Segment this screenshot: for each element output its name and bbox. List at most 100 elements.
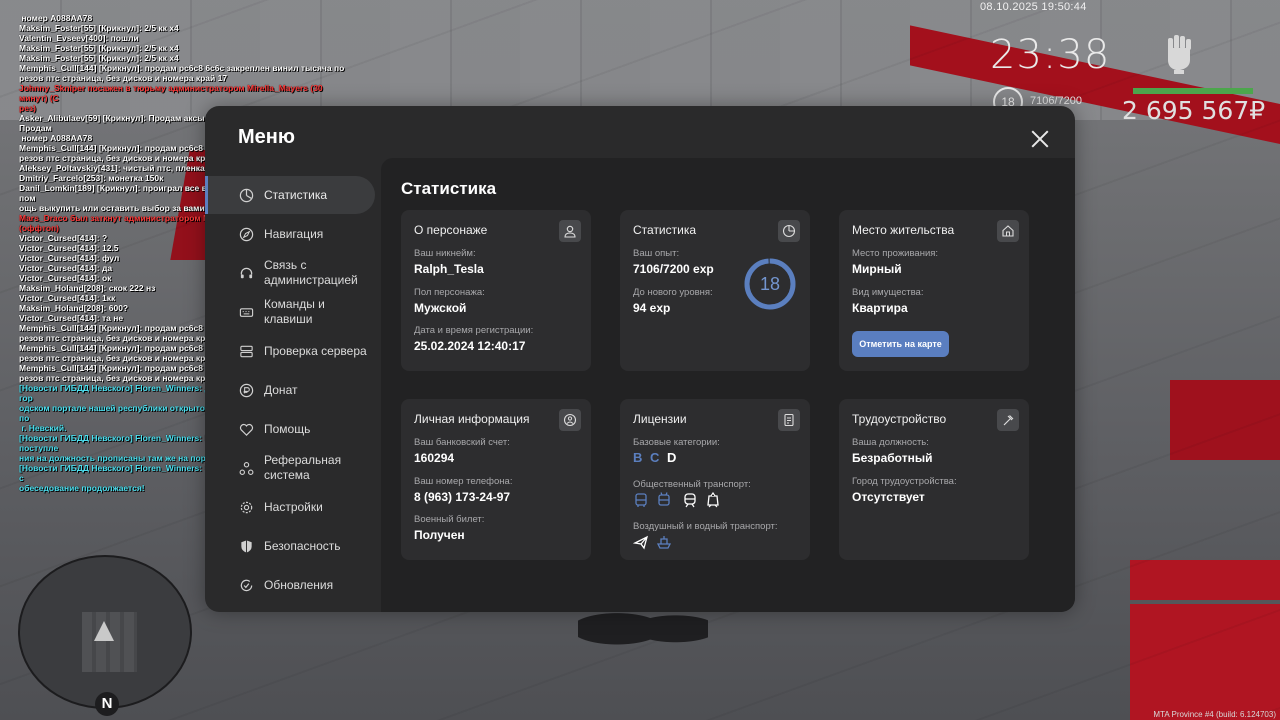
plane-icon (633, 535, 649, 550)
sidebar-item-label: Донат (264, 382, 298, 397)
nickname-label: Ваш никнейм: (414, 248, 476, 259)
character-card: О персонаже Ваш никнейм: Ralph_Tesla Пол… (401, 210, 591, 371)
sidebar-item-label: Помощь (264, 421, 311, 436)
sidebar-item-label: Статистика (264, 187, 328, 202)
sidebar-item-navigation[interactable]: Навигация (205, 215, 375, 253)
close-icon[interactable] (1029, 128, 1051, 150)
personal-info-card: Личная информация Ваш банковский счет: 1… (401, 399, 591, 560)
hud-health-bar (1133, 88, 1253, 94)
chat-line: Maksim_Foster[55] [Крикнул]: 2/5 кк х4 (19, 53, 179, 63)
hammer-icon (997, 409, 1019, 431)
licenses-card: Лицензии Базовые категории: B C D Общест… (620, 399, 810, 560)
sidebar-item-admin-contact[interactable]: Связь с администрацией (205, 254, 375, 292)
player-feet (578, 608, 708, 660)
military-id-value: Получен (414, 528, 465, 542)
menu-window: Меню Статистика Навигация Связь с админи… (205, 106, 1075, 612)
sidebar-item-label: Навигация (264, 226, 324, 241)
referral-icon (239, 461, 254, 475)
content-panel: Статистика О персонаже Ваш никнейм: Ralp… (381, 158, 1075, 612)
license-category-d: D (667, 450, 677, 465)
bus-icon (635, 493, 647, 507)
license-category-b: B (633, 450, 643, 465)
residence-card: Место жительства Место проживания: Мирны… (839, 210, 1029, 371)
chat-line: Johnny_Skniper посажен в тюрьму админист… (19, 83, 326, 103)
card-title: О персонаже (414, 223, 488, 237)
base-categories-label: Базовые категории: (633, 437, 720, 448)
sidebar-item-updates[interactable]: Обновления (205, 566, 375, 604)
next-level-value: 94 exp (633, 301, 671, 315)
sidebar-item-label: Команды и клавиши (264, 297, 325, 326)
residence-place-label: Место проживания: (852, 248, 939, 259)
donate-icon (239, 383, 254, 397)
help-heart-icon (239, 423, 254, 436)
license-icon (778, 409, 800, 431)
card-title: Лицензии (633, 412, 687, 426)
pie-chart-icon (778, 220, 800, 242)
minimap (18, 555, 192, 709)
north-indicator: N (95, 692, 119, 716)
registration-value: 25.02.2024 12:40:17 (414, 339, 526, 353)
sidebar-item-label: Реферальная система (264, 453, 342, 482)
exp-value: 7106/7200 exp (633, 262, 714, 276)
clock-chart-icon (239, 188, 254, 202)
sidebar-item-referral[interactable]: Реферальная система (205, 449, 375, 487)
sidebar-item-commands[interactable]: Команды и клавиши (205, 293, 375, 331)
page-title: Статистика (401, 179, 497, 198)
boat-icon (656, 536, 672, 549)
phone-label: Ваш номер телефона: (414, 476, 513, 487)
fist-icon (1168, 35, 1191, 74)
exp-label: Ваш опыт: (633, 248, 680, 259)
sidebar-item-help[interactable]: Помощь (205, 410, 375, 448)
card-title: Место жительства (852, 223, 955, 237)
job-city-value: Отсутствует (852, 490, 925, 504)
tram-icon (707, 492, 719, 508)
card-title: Личная информация (414, 412, 530, 426)
hud-health-fill (1133, 88, 1253, 94)
job-position-value: Безработный (852, 451, 933, 465)
chat-line: Memphis_Cull[144] [Крикнул]: продам рс6с… (19, 63, 345, 73)
residence-place-value: Мирный (852, 262, 902, 276)
server-icon (240, 345, 253, 357)
sidebar-item-statistics[interactable]: Статистика (205, 176, 375, 214)
build-info: MTA Province #4 (build: 6.124703) (1153, 710, 1276, 719)
gear-icon (240, 501, 253, 513)
sidebar-item-label: Настройки (264, 499, 323, 514)
sidebar-item-label: Связь с администрацией (264, 258, 358, 287)
mark-on-map-button[interactable]: Отметить на карте (852, 331, 949, 357)
sidebar-item-settings[interactable]: Настройки (205, 488, 375, 526)
compass-icon (239, 227, 254, 241)
stats-card: Статистика Ваш опыт: 7106/7200 exp До но… (620, 210, 810, 371)
phone-value: 8 (963) 173-24-97 (414, 490, 511, 504)
card-title: Статистика (633, 223, 697, 237)
sidebar-item-label: Проверка сервера (264, 343, 367, 358)
trolleybus-icon (658, 492, 670, 506)
level-number: 18 (759, 274, 781, 294)
employment-card: Трудоустройство Ваша должность: Безработ… (839, 399, 1029, 560)
public-transport-label: Общественный транспорт: (633, 479, 751, 490)
sidebar-item-label: Обновления (264, 577, 334, 592)
bank-account-label: Ваш банковский счет: (414, 437, 510, 448)
info-circle-icon (559, 409, 581, 431)
train-icon (684, 493, 696, 508)
job-city-label: Город трудоустройства: (852, 476, 957, 487)
chat-line: Maksim_Foster[55] [Крикнул]: 2/5 кк х4 (19, 43, 179, 53)
bank-account-value: 160294 (414, 451, 455, 465)
chat-line: Valentin_Evseev[400]: пошли (19, 33, 139, 43)
job-position-label: Ваша должность: (852, 437, 929, 448)
shield-icon (241, 539, 252, 553)
property-type-value: Квартира (852, 301, 908, 315)
sidebar-item-donate[interactable]: Донат (205, 371, 375, 409)
sidebar-item-security[interactable]: Безопасность (205, 527, 375, 565)
player-arrow-icon (94, 621, 114, 641)
next-level-label: До нового уровня: (633, 287, 713, 298)
hud-datetime: 08.10.2025 19:50:44 (980, 1, 1087, 13)
military-id-label: Военный билет: (414, 514, 485, 525)
chat-line: номер А088АА78 (19, 13, 93, 23)
sidebar-item-label: Безопасность (264, 538, 341, 553)
sidebar-item-server-check[interactable]: Проверка сервера (205, 332, 375, 370)
user-icon (559, 220, 581, 242)
card-title: Трудоустройство (852, 412, 947, 426)
air-water-transport-label: Воздушный и водный транспорт: (633, 521, 778, 532)
gender-value: Мужской (414, 301, 467, 315)
property-type-label: Вид имущества: (852, 287, 924, 298)
